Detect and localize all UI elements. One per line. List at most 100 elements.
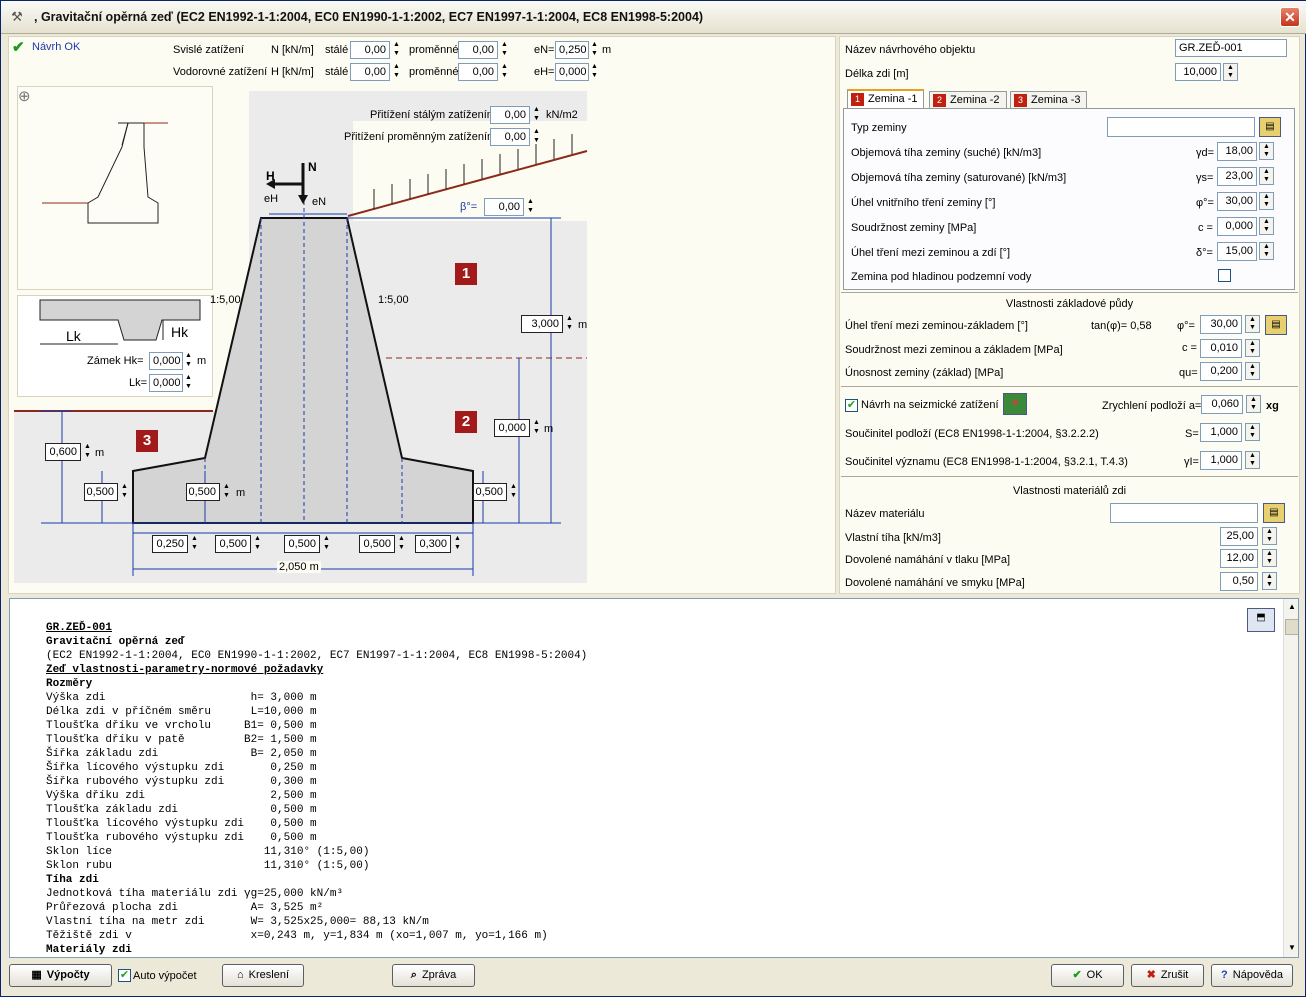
heel-thickness-spinner[interactable]: ▲ ▼ xyxy=(508,483,519,501)
tab-soil-1[interactable]: 1 Zemina -1 xyxy=(847,89,924,109)
divider xyxy=(841,292,1298,293)
report-button[interactable]: ⌕ Zpráva xyxy=(392,964,475,987)
soil-row-3-input[interactable]: 30,00 xyxy=(1217,192,1257,211)
base-thickness-input[interactable]: 0,500 xyxy=(186,483,220,501)
compression-input[interactable]: 12,00 xyxy=(1220,549,1258,568)
slope-right-label: 1:5,00 xyxy=(378,294,409,306)
report-view[interactable]: GR.ZEĎ-001 Gravitační opěrná zeď (EC2 EN… xyxy=(9,598,1299,958)
bearing-spinner[interactable]: ▲ ▼ xyxy=(1245,362,1260,380)
water-level-input[interactable]: 0,000 xyxy=(494,419,530,437)
wall-length-input[interactable]: 10,000 xyxy=(1175,63,1221,81)
soil-row-2-input[interactable]: 23,00 xyxy=(1217,167,1257,186)
tan-phi-label: tan(φ)= 0,58 xyxy=(1091,320,1152,332)
front-soil-spinner[interactable]: ▲ ▼ xyxy=(82,443,93,461)
scroll-up-icon[interactable]: ▲ xyxy=(1285,600,1298,614)
soil-factor-input[interactable]: 1,000 xyxy=(1200,423,1242,442)
toe-thickness-input[interactable]: 0,500 xyxy=(84,483,118,501)
wall-length-spinner[interactable]: ▲ ▼ xyxy=(1223,63,1238,81)
importance-factor-input[interactable]: 1,000 xyxy=(1200,451,1242,470)
object-name-label: Název návrhového objektu xyxy=(845,44,976,56)
calculations-button[interactable]: ▦ Výpočty xyxy=(9,964,112,987)
close-button[interactable]: ✕ xyxy=(1280,7,1300,27)
tab-soil-3[interactable]: 3 Zemina -3 xyxy=(1010,91,1087,109)
soil-factor-spinner[interactable]: ▲ ▼ xyxy=(1245,423,1260,441)
surcharge-permanent-input[interactable]: 0,00 xyxy=(490,106,530,124)
soil-row-3-spinner[interactable]: ▲ ▼ xyxy=(1259,192,1274,210)
surcharge-variable-spinner[interactable]: ▲ ▼ xyxy=(531,128,542,146)
wall-cross-section xyxy=(14,91,588,583)
foundation-phi-spinner[interactable]: ▲ ▼ xyxy=(1245,315,1260,333)
tab-soil-2[interactable]: 2 Zemina -2 xyxy=(929,91,1007,109)
material-weight-input[interactable]: 25,00 xyxy=(1220,527,1258,546)
soil-row-1-input[interactable]: 18,00 xyxy=(1217,142,1257,161)
object-name-input[interactable]: GR.ZEĎ-001 xyxy=(1175,39,1287,57)
ok-button[interactable]: ✔ OK xyxy=(1051,964,1124,987)
back-slope-width-spinner[interactable]: ▲ ▼ xyxy=(396,535,407,553)
report-export-button[interactable]: ⬒ xyxy=(1247,608,1275,632)
soil-row-2-spinner[interactable]: ▲ ▼ xyxy=(1259,167,1274,185)
report-scrollbar[interactable]: ▲ ▼ xyxy=(1283,599,1298,957)
top-width-input[interactable]: 0,500 xyxy=(284,535,320,553)
material-name-label: Název materiálu xyxy=(845,508,925,520)
toe-width-spinner[interactable]: ▲ ▼ xyxy=(189,535,200,553)
bearing-input[interactable]: 0,200 xyxy=(1200,362,1242,381)
shear-label: Dovolené namáhání ve smyku [MPa] xyxy=(845,577,1025,589)
beta-input[interactable]: 0,00 xyxy=(484,198,524,216)
heel-width-spinner[interactable]: ▲ ▼ xyxy=(452,535,463,553)
material-weight-label: Vlastní tíha [kN/m3] xyxy=(845,532,941,544)
drawing-button[interactable]: ⌂ Kreslení xyxy=(222,964,304,987)
surcharge-variable-input[interactable]: 0,00 xyxy=(490,128,530,146)
base-thickness-spinner[interactable]: ▲ ▼ xyxy=(221,483,232,501)
soil-row-5-spinner[interactable]: ▲ ▼ xyxy=(1259,242,1274,260)
scroll-down-icon[interactable]: ▼ xyxy=(1285,941,1298,955)
toe-thickness-spinner[interactable]: ▲ ▼ xyxy=(119,483,130,501)
soil-row-4-symbol: c = xyxy=(1198,222,1213,234)
heel-thickness-input[interactable]: 0,500 xyxy=(473,483,507,501)
shear-input[interactable]: 0,50 xyxy=(1220,572,1258,591)
material-library-button[interactable]: ▤ xyxy=(1263,503,1285,523)
seismic-checkbox[interactable]: ✔ xyxy=(845,399,858,412)
foundation-library-button[interactable]: ▤ xyxy=(1265,315,1287,335)
acceleration-spinner[interactable]: ▲ ▼ xyxy=(1246,395,1261,413)
soil-row-4-spinner[interactable]: ▲ ▼ xyxy=(1259,217,1274,235)
material-weight-spinner[interactable]: ▲ ▼ xyxy=(1262,527,1277,545)
foundation-cohesion-input[interactable]: 0,010 xyxy=(1200,339,1242,358)
importance-factor-spinner[interactable]: ▲ ▼ xyxy=(1245,451,1260,469)
report-text: GR.ZEĎ-001 Gravitační opěrná zeď (EC2 EN… xyxy=(46,622,588,956)
groundwater-checkbox[interactable] xyxy=(1218,269,1231,282)
soil-row-5-input[interactable]: 15,00 xyxy=(1217,242,1257,261)
importance-factor-symbol: γI= xyxy=(1184,456,1199,468)
soil-library-button[interactable]: ▤ xyxy=(1259,117,1281,137)
beta-spinner[interactable]: ▲ ▼ xyxy=(525,198,536,216)
foundation-cohesion-spinner[interactable]: ▲ ▼ xyxy=(1245,339,1260,357)
heel-width-input[interactable]: 0,300 xyxy=(415,535,451,553)
wall-height-unit: m xyxy=(578,319,588,331)
soil-type-input[interactable] xyxy=(1107,117,1255,137)
zone-3-marker: 3 xyxy=(136,430,158,452)
soil-row-4-input[interactable]: 0,000 xyxy=(1217,217,1257,236)
seismic-map-button[interactable]: ◈ xyxy=(1003,393,1027,415)
material-name-input[interactable] xyxy=(1110,503,1258,523)
cancel-button[interactable]: ✖ Zrušit xyxy=(1131,964,1204,987)
foundation-phi-input[interactable]: 30,00 xyxy=(1200,315,1242,334)
shear-spinner[interactable]: ▲ ▼ xyxy=(1262,572,1277,590)
top-width-spinner[interactable]: ▲ ▼ xyxy=(321,535,332,553)
wall-length-label: Délka zdi [m] xyxy=(845,68,909,80)
front-slope-width-input[interactable]: 0,500 xyxy=(215,535,251,553)
wall-height-spinner[interactable]: ▲ ▼ xyxy=(564,315,575,333)
scroll-thumb[interactable] xyxy=(1285,619,1298,635)
surcharge-permanent-spinner[interactable]: ▲ ▼ xyxy=(531,106,542,124)
help-button[interactable]: ? Nápověda xyxy=(1211,964,1293,987)
acceleration-input[interactable]: 0,060 xyxy=(1201,395,1243,414)
front-soil-input[interactable]: 0,600 xyxy=(45,443,81,461)
water-level-spinner[interactable]: ▲ ▼ xyxy=(531,419,542,437)
auto-calc-checkbox[interactable]: ✔ xyxy=(118,969,131,982)
soil-row-4-label: Soudržnost zeminy [MPa] xyxy=(851,222,977,234)
wall-height-input[interactable]: 3,000 xyxy=(521,315,563,333)
front-slope-width-spinner[interactable]: ▲ ▼ xyxy=(252,535,263,553)
compression-spinner[interactable]: ▲ ▼ xyxy=(1262,549,1277,567)
soil-row-1-spinner[interactable]: ▲ ▼ xyxy=(1259,142,1274,160)
back-slope-width-input[interactable]: 0,500 xyxy=(359,535,395,553)
beta-label: β°= xyxy=(460,201,478,213)
toe-width-input[interactable]: 0,250 xyxy=(152,535,188,553)
